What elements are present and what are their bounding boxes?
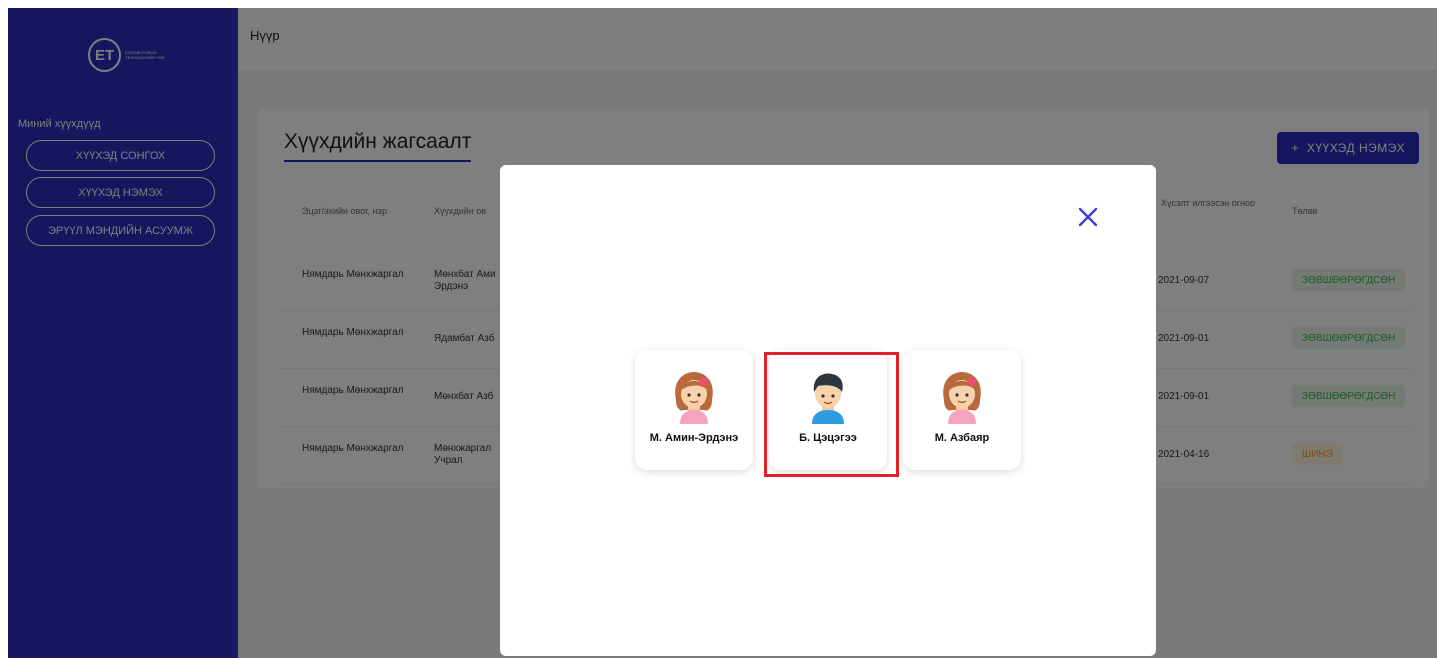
girl-avatar-icon bbox=[675, 372, 713, 424]
child-name: М. Азбаяр bbox=[934, 432, 990, 444]
close-icon[interactable] bbox=[1076, 205, 1100, 229]
girl-avatar-icon bbox=[943, 372, 981, 424]
selection-highlight bbox=[764, 352, 899, 477]
child-card-azbayar[interactable]: М. Азбаяр bbox=[903, 350, 1021, 470]
child-name: М. Амин-Эрдэнэ bbox=[649, 432, 739, 444]
child-select-modal: М. Амин-Эрдэнэ Б. Цэцэгээ М. Азбаяр bbox=[500, 165, 1156, 656]
child-card-amin-erdene[interactable]: М. Амин-Эрдэнэ bbox=[635, 350, 753, 470]
